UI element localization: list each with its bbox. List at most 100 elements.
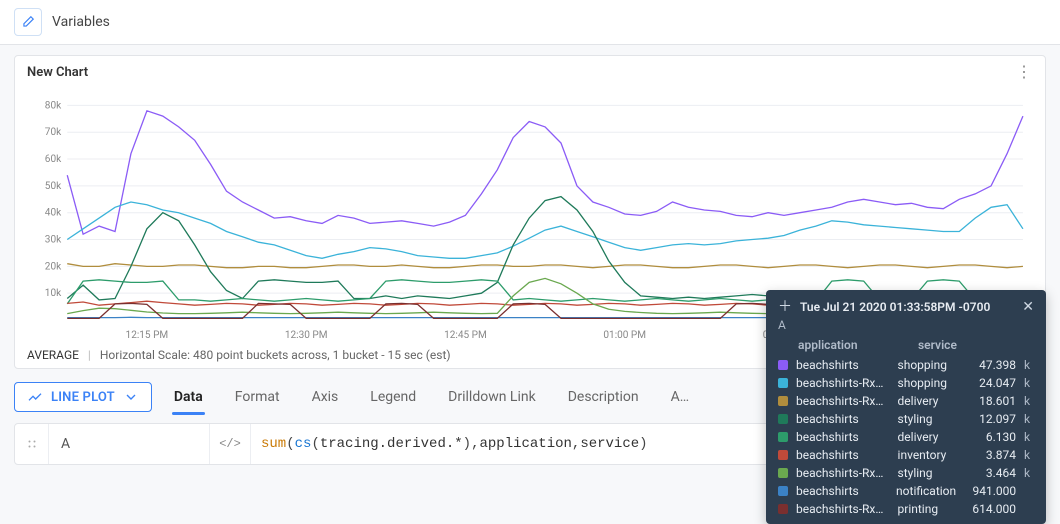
tab-data[interactable]: Data bbox=[172, 379, 205, 415]
legend-svc: inventory bbox=[898, 448, 956, 462]
legend-row[interactable]: beachshirts-RxJava delivery 18.601 k bbox=[778, 392, 1034, 410]
tab-description[interactable]: Description bbox=[566, 379, 641, 415]
legend-row[interactable]: beachshirts inventory 3.874 k bbox=[778, 446, 1034, 464]
legend-row[interactable]: beachshirts-RxJava shopping 24.047 k bbox=[778, 374, 1034, 392]
legend-value: 24.047 bbox=[964, 376, 1016, 390]
legend-value: 18.601 bbox=[964, 394, 1016, 408]
legend-app: beachshirts bbox=[796, 430, 890, 444]
legend-row[interactable]: beachshirts shopping 47.398 k bbox=[778, 356, 1034, 374]
legend-value: 3.464 bbox=[964, 466, 1016, 480]
legend-row[interactable]: beachshirts-RxJava printing 614.000 bbox=[778, 500, 1034, 518]
legend-svc: shopping bbox=[898, 358, 956, 372]
svg-text:80k: 80k bbox=[45, 100, 62, 111]
series-line bbox=[67, 264, 1023, 268]
legend-swatch bbox=[778, 396, 788, 406]
legend-value: 6.130 bbox=[964, 430, 1016, 444]
legend-app: beachshirts bbox=[796, 358, 890, 372]
series-line bbox=[67, 197, 1023, 300]
legend-app: beachshirts-RxJava bbox=[796, 394, 890, 408]
legend-svc: delivery bbox=[898, 430, 956, 444]
legend-unit: k bbox=[1024, 376, 1034, 390]
chart-title: New Chart bbox=[27, 65, 88, 80]
legend-value: 12.097 bbox=[964, 412, 1016, 426]
legend-swatch bbox=[778, 414, 788, 424]
pencil-icon bbox=[21, 15, 35, 29]
legend-row[interactable]: beachshirts notification 941.000 bbox=[778, 482, 1034, 500]
svg-text:20k: 20k bbox=[45, 261, 62, 272]
drag-handle[interactable] bbox=[15, 424, 49, 464]
query-token-arg2: application bbox=[479, 436, 571, 452]
legend-unit: k bbox=[1024, 466, 1034, 480]
legend-value: 3.874 bbox=[964, 448, 1016, 462]
legend-swatch bbox=[778, 450, 788, 460]
tab-legend[interactable]: Legend bbox=[368, 379, 418, 415]
legend-svc: styling bbox=[898, 466, 956, 480]
series-line bbox=[67, 202, 1023, 258]
legend-svc: shopping bbox=[898, 376, 956, 390]
svg-text:70k: 70k bbox=[45, 127, 62, 138]
legend-app: beachshirts-RxJava bbox=[796, 466, 890, 480]
legend-app: beachshirts bbox=[796, 448, 890, 462]
legend-swatch bbox=[778, 486, 788, 496]
legend-value: 47.398 bbox=[964, 358, 1016, 372]
legend-swatch bbox=[778, 378, 788, 388]
grip-icon bbox=[26, 438, 38, 450]
tooltip-timestamp: Tue Jul 21 2020 01:33:58PM -0700 bbox=[800, 300, 990, 314]
legend-swatch bbox=[778, 468, 788, 478]
legend-unit: k bbox=[1024, 448, 1034, 462]
legend-row[interactable]: beachshirts delivery 6.130 k bbox=[778, 428, 1034, 446]
legend-svc: printing bbox=[898, 502, 956, 516]
tab-a-[interactable]: A… bbox=[669, 379, 692, 415]
chart-type-selector[interactable]: LINE PLOT bbox=[14, 382, 152, 412]
legend-app: beachshirts bbox=[796, 412, 890, 426]
legend-app: beachshirts-RxJava bbox=[796, 502, 890, 516]
svg-text:12:45 PM: 12:45 PM bbox=[444, 330, 487, 341]
tooltip-col-svc: service bbox=[918, 338, 1034, 352]
tab-axis[interactable]: Axis bbox=[310, 379, 341, 415]
line-chart-icon bbox=[27, 389, 43, 405]
tab-format[interactable]: Format bbox=[233, 379, 282, 415]
legend-swatch bbox=[778, 360, 788, 370]
legend-value: 941.000 bbox=[964, 484, 1016, 498]
legend-row[interactable]: beachshirts-RxJava styling 3.464 k bbox=[778, 464, 1034, 482]
legend-unit: k bbox=[1024, 358, 1034, 372]
svg-text:30k: 30k bbox=[45, 235, 62, 246]
chart-menu-button[interactable]: ⋮ bbox=[1016, 64, 1033, 80]
legend-app: beachshirts-RxJava bbox=[796, 376, 890, 390]
tooltip-expand-button[interactable]: ＋ bbox=[778, 300, 792, 314]
code-toggle[interactable]: </> bbox=[209, 424, 251, 464]
query-token-arg1: tracing.derived.* bbox=[320, 436, 463, 452]
legend-app: beachshirts bbox=[796, 484, 888, 498]
chart-type-label: LINE PLOT bbox=[51, 390, 115, 405]
tooltip-close-button[interactable]: ✕ bbox=[1022, 300, 1034, 314]
svg-text:60k: 60k bbox=[45, 154, 62, 165]
svg-text:12:15 PM: 12:15 PM bbox=[126, 330, 169, 341]
scale-label: Horizontal Scale: 480 point buckets acro… bbox=[100, 348, 451, 362]
edit-variables-button[interactable] bbox=[14, 8, 42, 36]
legend-unit: k bbox=[1024, 412, 1034, 426]
legend-svc: styling bbox=[898, 412, 956, 426]
svg-text:50k: 50k bbox=[45, 181, 62, 192]
query-token-fn2: cs bbox=[295, 436, 312, 452]
svg-text:10k: 10k bbox=[45, 288, 62, 299]
tab-drilldown-link[interactable]: Drilldown Link bbox=[446, 379, 538, 415]
aggregation-label: AVERAGE bbox=[27, 348, 79, 362]
legend-row[interactable]: beachshirts styling 12.097 k bbox=[778, 410, 1034, 428]
query-token-fn: sum bbox=[261, 436, 286, 452]
legend-unit: k bbox=[1024, 430, 1034, 444]
hover-tooltip: ＋ Tue Jul 21 2020 01:33:58PM -0700 ✕ A a… bbox=[766, 290, 1046, 524]
query-name[interactable]: A bbox=[49, 424, 209, 464]
legend-value: 614.000 bbox=[964, 502, 1016, 516]
legend-svc: notification bbox=[896, 484, 956, 498]
tooltip-col-app: application bbox=[798, 338, 918, 352]
svg-text:12:30 PM: 12:30 PM bbox=[285, 330, 328, 341]
legend-unit: k bbox=[1024, 394, 1034, 408]
query-token-arg3: service bbox=[580, 436, 639, 452]
svg-text:40k: 40k bbox=[45, 208, 62, 219]
tooltip-source: A bbox=[778, 318, 1034, 332]
series-line bbox=[67, 111, 1023, 234]
legend-swatch bbox=[778, 432, 788, 442]
legend-svc: delivery bbox=[898, 394, 956, 408]
legend-swatch bbox=[778, 504, 788, 514]
variables-label: Variables bbox=[52, 14, 110, 30]
